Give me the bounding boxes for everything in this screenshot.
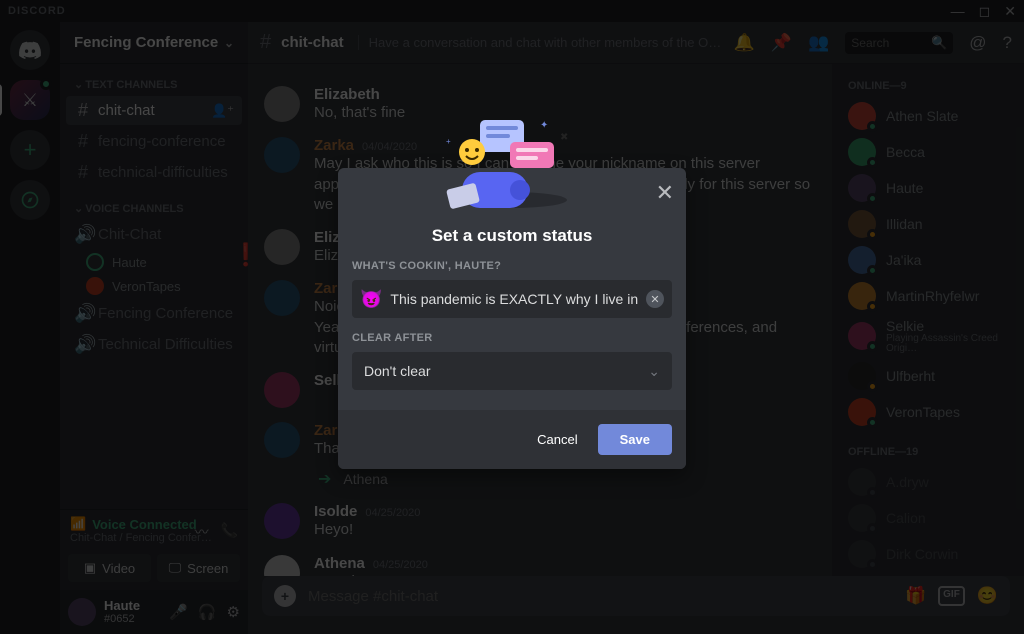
clear-status-button[interactable]: ✕ xyxy=(646,290,664,308)
svg-text:+: + xyxy=(446,137,451,146)
modal-footer: Cancel Save xyxy=(338,410,686,469)
svg-text:✖: ✖ xyxy=(560,132,568,143)
svg-text:✦: ✦ xyxy=(540,120,548,131)
clear-after-select[interactable]: Don't clear ⌄ xyxy=(352,352,672,390)
modal-close-button[interactable]: ✕ xyxy=(656,180,674,206)
clear-after-label: CLEAR AFTER xyxy=(352,332,672,344)
custom-status-modal: ✦ + ✖ ✕ Set a custom status WHAT'S COOKI… xyxy=(338,168,686,469)
status-label: WHAT'S COOKIN', HAUTE? xyxy=(352,260,672,272)
status-emoji-picker[interactable]: 😈 xyxy=(360,289,382,310)
modal-title: Set a custom status xyxy=(338,168,686,260)
chevron-down-icon: ⌄ xyxy=(648,363,660,380)
status-input-wrap: 😈 ✕ xyxy=(352,280,672,318)
modal-overlay[interactable]: ✦ + ✖ ✕ Set a custom status WHAT'S COOKI… xyxy=(0,0,1024,634)
cancel-button[interactable]: Cancel xyxy=(523,424,591,455)
clear-after-value: Don't clear xyxy=(364,363,430,379)
status-input[interactable] xyxy=(390,291,638,307)
save-button[interactable]: Save xyxy=(598,424,672,455)
